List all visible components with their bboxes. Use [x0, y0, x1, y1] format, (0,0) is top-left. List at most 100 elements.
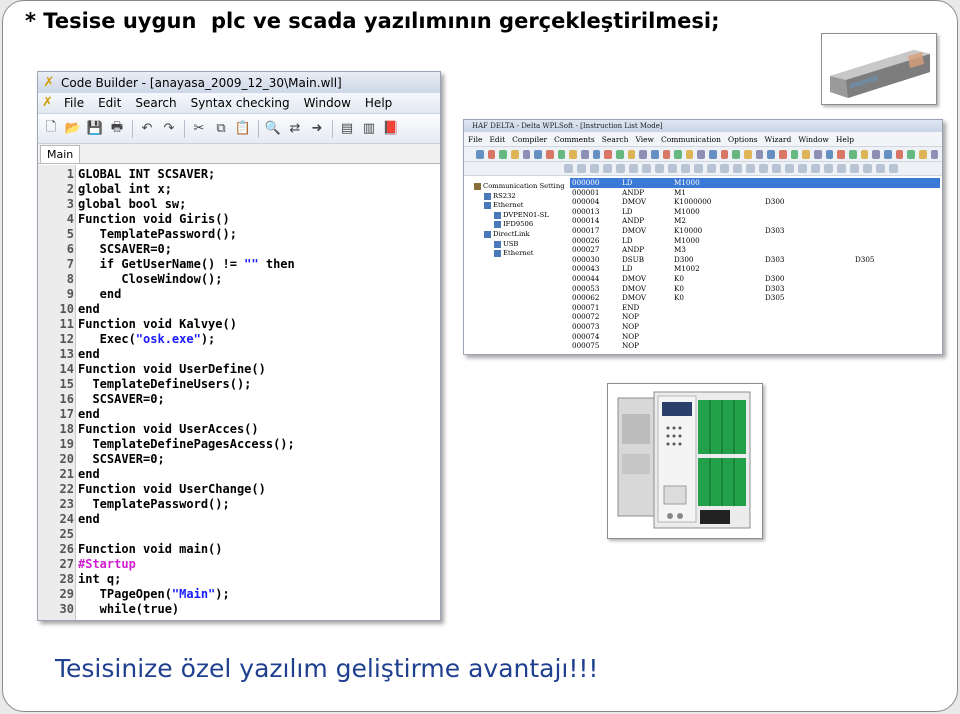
wplsoft-tool-icon[interactable] — [697, 149, 706, 159]
wplsoft-tool-icon[interactable] — [592, 149, 601, 159]
tree-node[interactable]: DirectLink — [484, 230, 530, 238]
wplsoft-tool-icon[interactable] — [779, 149, 787, 159]
wplsoft-tool-icon[interactable] — [785, 164, 794, 173]
wplsoft-tool-icon[interactable] — [476, 149, 484, 159]
wplsoft-tool-icon[interactable] — [772, 164, 781, 173]
open-icon[interactable]: 📂 — [64, 120, 82, 138]
wplsoft-tool-icon[interactable] — [849, 149, 857, 159]
wplsoft-tool-icon[interactable] — [522, 149, 531, 159]
tree-node[interactable]: USB — [494, 240, 518, 248]
wplsoft-tool-icon[interactable] — [876, 164, 885, 173]
wplsoft-tool-icon[interactable] — [850, 164, 859, 173]
menu-item-window[interactable]: Window — [304, 96, 351, 110]
tree-node[interactable]: Communication Setting — [474, 182, 565, 190]
instruction-row[interactable]: 000043 LD M1002 — [570, 264, 940, 274]
redo-icon[interactable]: ↷ — [160, 120, 178, 138]
wplsoft-tool-icon[interactable] — [767, 149, 776, 159]
compile-icon[interactable]: ▤ — [338, 120, 356, 138]
instruction-row[interactable]: 000074 NOP — [570, 332, 940, 342]
wplsoft-menu-item-communication[interactable]: Communication — [661, 135, 721, 144]
tree-node[interactable]: DVPEN01-SL — [494, 211, 549, 219]
wplsoft-tool-icon[interactable] — [759, 164, 768, 173]
wplsoft-tool-icon[interactable] — [709, 149, 717, 159]
instruction-row[interactable]: 000013 LD M1000 — [570, 207, 940, 217]
instruction-row[interactable]: 000027 ANDP M3 — [570, 245, 940, 255]
wplsoft-tool-icon[interactable] — [510, 149, 519, 159]
wplsoft-tool-icon[interactable] — [662, 149, 671, 159]
wplsoft-tool-icon[interactable] — [790, 149, 799, 159]
wplsoft-tool-icon[interactable] — [732, 149, 741, 159]
tree-node[interactable]: IFD9506 — [494, 220, 533, 228]
menu-item-syntax-checking[interactable]: Syntax checking — [191, 96, 290, 110]
undo-icon[interactable]: ↶ — [138, 120, 156, 138]
wplsoft-tool-icon[interactable] — [824, 164, 833, 173]
wplsoft-menu-item-options[interactable]: Options — [728, 135, 758, 144]
tab-main[interactable]: Main — [40, 145, 81, 163]
wplsoft-menu-item-compiler[interactable]: Compiler — [512, 135, 547, 144]
wplsoft-tool-icon[interactable] — [811, 164, 820, 173]
tree-node[interactable]: RS232 — [484, 192, 516, 200]
wplsoft-tool-icon[interactable] — [883, 149, 892, 159]
instruction-row[interactable]: 000062 DMOV K0 D305 — [570, 293, 940, 303]
wplsoft-tool-icon[interactable] — [569, 149, 577, 159]
wplsoft-tool-icon[interactable] — [629, 164, 638, 173]
wplsoft-tool-icon[interactable] — [707, 164, 716, 173]
wplsoft-tool-icon[interactable] — [860, 149, 869, 159]
instruction-row[interactable]: 000071 END — [570, 303, 940, 313]
instruction-row[interactable]: 000026 LD M1000 — [570, 236, 940, 246]
instruction-row[interactable]: 000073 NOP — [570, 322, 940, 332]
wplsoft-menu-item-help[interactable]: Help — [836, 135, 854, 144]
instruction-row[interactable]: 000072 NOP — [570, 312, 940, 322]
instruction-row[interactable]: 000053 DMOV K0 D303 — [570, 284, 940, 294]
wplsoft-tool-icon[interactable] — [487, 149, 496, 159]
tree-node[interactable]: Ethernet — [494, 249, 533, 257]
wplsoft-tool-icon[interactable] — [499, 149, 507, 159]
wplsoft-tool-icon[interactable] — [564, 164, 573, 173]
instruction-row[interactable]: 000030 DSUB D300 D303 D305 — [570, 255, 940, 265]
menu-item-edit[interactable]: Edit — [98, 96, 121, 110]
wplsoft-tool-icon[interactable] — [798, 164, 807, 173]
cut-icon[interactable]: ✂ — [190, 120, 208, 138]
wplsoft-tool-icon[interactable] — [863, 164, 872, 173]
find-icon[interactable]: 🔍 — [264, 120, 282, 138]
new-icon[interactable]: 🗋 — [42, 120, 60, 138]
wplsoft-tool-icon[interactable] — [557, 149, 566, 159]
instruction-row[interactable]: 000001 ANDP M1 — [570, 188, 940, 198]
wplsoft-tool-icon[interactable] — [694, 164, 703, 173]
wplsoft-tool-icon[interactable] — [650, 149, 659, 159]
wplsoft-tool-icon[interactable] — [872, 149, 880, 159]
wplsoft-tool-icon[interactable] — [580, 149, 589, 159]
wplsoft-menu-item-file[interactable]: File — [468, 135, 482, 144]
instruction-row[interactable]: 000000 LD M1000 — [570, 178, 940, 188]
wplsoft-tool-icon[interactable] — [545, 149, 554, 159]
wplsoft-tool-icon[interactable] — [681, 164, 690, 173]
wplsoft-tool-icon[interactable] — [639, 149, 647, 159]
wplsoft-tool-icon[interactable] — [889, 164, 898, 173]
wplsoft-tool-icon[interactable] — [642, 164, 651, 173]
instruction-row[interactable]: 000075 NOP — [570, 341, 940, 351]
wplsoft-tool-icon[interactable] — [720, 164, 729, 173]
menu-item-file[interactable]: File — [64, 96, 84, 110]
wplsoft-tool-icon[interactable] — [604, 149, 612, 159]
wplsoft-tool-icon[interactable] — [534, 149, 542, 159]
wplsoft-tool-icon[interactable] — [685, 149, 694, 159]
wplsoft-tool-icon[interactable] — [590, 164, 599, 173]
build-icon[interactable]: ▥ — [360, 120, 378, 138]
wplsoft-menu-item-search[interactable]: Search — [602, 135, 629, 144]
menu-item-search[interactable]: Search — [135, 96, 176, 110]
goto-icon[interactable]: ➜ — [308, 120, 326, 138]
wplsoft-tool-icon[interactable] — [615, 149, 624, 159]
wplsoft-tool-icon[interactable] — [746, 164, 755, 173]
instruction-row[interactable]: 000014 ANDP M2 — [570, 216, 940, 226]
code-editor[interactable]: 1 GLOBAL INT SCSAVER; 2 global int x; 3 globa… — [38, 165, 440, 620]
wplsoft-tool-icon[interactable] — [674, 149, 682, 159]
wplsoft-tool-icon[interactable] — [627, 149, 636, 159]
wplsoft-tool-icon[interactable] — [603, 164, 612, 173]
instruction-row[interactable]: 000017 DMOV K10000 D303 — [570, 226, 940, 236]
wplsoft-tool-icon[interactable] — [577, 164, 586, 173]
replace-icon[interactable]: ⇄ — [286, 120, 304, 138]
wplsoft-tool-icon[interactable] — [668, 164, 677, 173]
wplsoft-tool-icon[interactable] — [720, 149, 729, 159]
print-icon[interactable]: 🖶 — [108, 120, 126, 138]
wplsoft-tool-icon[interactable] — [930, 149, 939, 159]
